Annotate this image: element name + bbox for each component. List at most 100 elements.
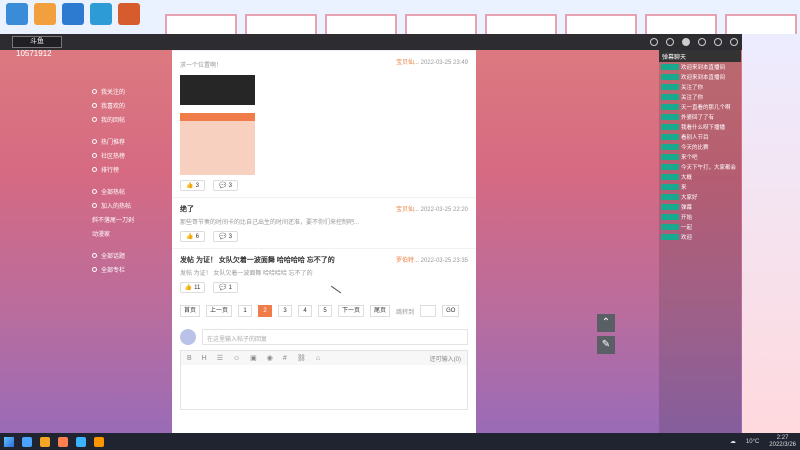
chat-message-text: 看别人节目	[681, 135, 709, 141]
nav-item-liked[interactable]: 我喜欢的	[92, 98, 167, 112]
like-button[interactable]: 👍 6	[180, 231, 205, 242]
last-page-button[interactable]: 尾页	[370, 305, 391, 317]
nav-item-ranking[interactable]: 排行榜	[92, 162, 167, 176]
nav-label: 全部热帖	[101, 189, 126, 196]
emoji-icon[interactable]: ☺	[233, 355, 240, 362]
edit-button[interactable]: ✎	[597, 336, 615, 354]
page-5-button[interactable]: 5	[318, 305, 333, 317]
nav-item-topics[interactable]: 全部话题	[92, 248, 167, 262]
desktop-icon-5[interactable]	[118, 3, 140, 25]
post-item[interactable]: 绝了 宝贝仙... 2022-03-25 22:20 那些哥节奏的时间卡的比自己…	[172, 197, 476, 248]
taskbar-app[interactable]	[58, 436, 68, 447]
thumbnail	[485, 14, 557, 36]
nav-item-group-2[interactable]: 动漫家	[92, 226, 167, 240]
anime-decoration	[742, 34, 800, 433]
heading-icon[interactable]: H	[202, 355, 207, 362]
desktop-icon-4[interactable]	[90, 3, 112, 25]
post-item[interactable]: 发帖 为证！ 女队欠着一波面舞 哈哈哈哈 忘不了的 罗伯特... 2022-03…	[172, 248, 476, 299]
page-3-button[interactable]: 3	[278, 305, 293, 317]
chat-message: 欢迎	[659, 232, 741, 242]
post-author[interactable]: 宝贝仙...	[396, 207, 419, 213]
nav-item-all-posts[interactable]: 全部热帖	[92, 184, 167, 198]
user-badge-icon	[661, 94, 679, 100]
clock[interactable]: 2:27 2022/3/26	[769, 435, 796, 449]
post-image[interactable]	[180, 75, 255, 105]
post-author[interactable]: 罗伯特...	[396, 258, 419, 264]
rich-text-editor[interactable]: B H ☰ ☺ ▣ ◉ # ⛓ ⌂ 还可输入(0)	[180, 350, 468, 410]
nav-label: 动漫家	[92, 231, 111, 238]
scroll-top-button[interactable]: ⌃	[597, 314, 615, 332]
post-author[interactable]: 宝贝仙...	[396, 60, 419, 66]
post-title[interactable]: 绝了	[180, 204, 194, 214]
nav-label: 我的回帖	[101, 117, 126, 124]
page-4-button[interactable]: 4	[298, 305, 313, 317]
clock-icon[interactable]	[650, 38, 658, 46]
link-icon[interactable]: ⛓	[297, 354, 306, 362]
page-2-button[interactable]: 2	[258, 305, 273, 317]
post-item[interactable]: 求一个位置啊！ 宝贝仙... 2022-03-25 23:49 👍 3 💬 3	[172, 50, 476, 197]
like-button[interactable]: 👍 3	[180, 180, 205, 191]
taskbar-app[interactable]	[94, 436, 104, 447]
weather-temp: 10°C	[745, 438, 760, 445]
editor-toolbar: B H ☰ ☺ ▣ ◉ # ⛓ ⌂ 还可输入(0)	[181, 351, 467, 365]
user-badge-icon	[661, 164, 679, 170]
comment-button[interactable]: 💬 3	[213, 180, 238, 191]
heart-icon[interactable]	[666, 38, 674, 46]
nav-item-group-1[interactable]: 斜不落尾一刀剁	[92, 212, 167, 226]
like-button[interactable]: 👍 11	[180, 282, 205, 293]
prev-page-button[interactable]: 上一页	[206, 305, 233, 317]
titlebar: ─ □ ✕	[0, 34, 800, 50]
taskbar-app[interactable]	[76, 436, 86, 447]
nav-item-replies[interactable]: 我的回帖	[92, 112, 167, 126]
desktop-icon-2[interactable]	[34, 3, 56, 25]
chat-message-text: 今天下午打，大家都会	[681, 165, 737, 171]
post-title[interactable]: 发帖 为证！ 女队欠着一波面舞 哈哈哈哈 忘不了的	[180, 255, 335, 265]
goto-input[interactable]	[420, 305, 437, 317]
go-button[interactable]: GO	[442, 305, 460, 317]
like-count: 11	[194, 284, 201, 291]
bold-icon[interactable]: B	[187, 355, 192, 362]
reply-input[interactable]: 在这里输入帖子的回复	[202, 329, 468, 345]
chat-message-text: 关注了你	[681, 85, 704, 91]
comment-button[interactable]: 💬 1	[213, 282, 238, 293]
user-avatar	[180, 329, 196, 345]
taskbar-app[interactable]	[22, 436, 32, 447]
next-page-button[interactable]: 下一页	[338, 305, 365, 317]
comment-count: 3	[228, 233, 232, 240]
nav-item-following[interactable]: 我关注的	[92, 84, 167, 98]
nav-item-trending[interactable]: 社区热榜	[92, 148, 167, 162]
image-icon[interactable]: ▣	[250, 354, 257, 362]
building-icon[interactable]: ⌂	[316, 355, 320, 362]
post-image[interactable]	[180, 113, 255, 175]
comment-icon: 💬	[219, 285, 227, 291]
nav-item-hot[interactable]: 热门推荐	[92, 134, 167, 148]
nav-label: 社区热榜	[101, 153, 126, 160]
user-badge-icon	[661, 194, 679, 200]
user-avatar-icon[interactable]	[682, 38, 690, 46]
notification-icon[interactable]	[714, 38, 722, 46]
start-button[interactable]	[4, 436, 14, 447]
camera-icon[interactable]: ◉	[267, 354, 273, 362]
like-count: 3	[195, 182, 199, 189]
weather-icon[interactable]: ☁	[730, 438, 736, 445]
first-page-button[interactable]: 首页	[180, 305, 201, 317]
taskbar-app[interactable]	[40, 436, 50, 447]
chat-message-text: 今天的比赛	[681, 145, 709, 151]
app-logo[interactable]: 斗鱼	[12, 36, 62, 48]
post-date: 2022-03-25 22:20	[420, 207, 468, 213]
hashtag-icon[interactable]: #	[283, 355, 287, 362]
app-window: ─ □ ✕ 斗鱼 10571912 我关注的 我喜欢的 我的回帖 热门推荐 社区…	[0, 34, 800, 433]
post-meta: 罗伯特... 2022-03-25 23:35	[396, 255, 468, 265]
nav-item-joined[interactable]: 加入的热帖	[92, 198, 167, 212]
settings-icon[interactable]	[730, 38, 738, 46]
comment-button[interactable]: 💬 3	[213, 231, 238, 242]
nav-label: 排行榜	[101, 167, 120, 174]
desktop-icon-3[interactable]	[62, 3, 84, 25]
chat-message-text: 大概	[681, 175, 693, 181]
desktop-icon-1[interactable]	[6, 3, 28, 25]
page-1-button[interactable]: 1	[238, 305, 253, 317]
chat-message: 看别人节目	[659, 132, 741, 142]
list-icon[interactable]: ☰	[217, 354, 223, 362]
nav-item-columns[interactable]: 全部专栏	[92, 262, 167, 276]
message-icon[interactable]	[698, 38, 706, 46]
